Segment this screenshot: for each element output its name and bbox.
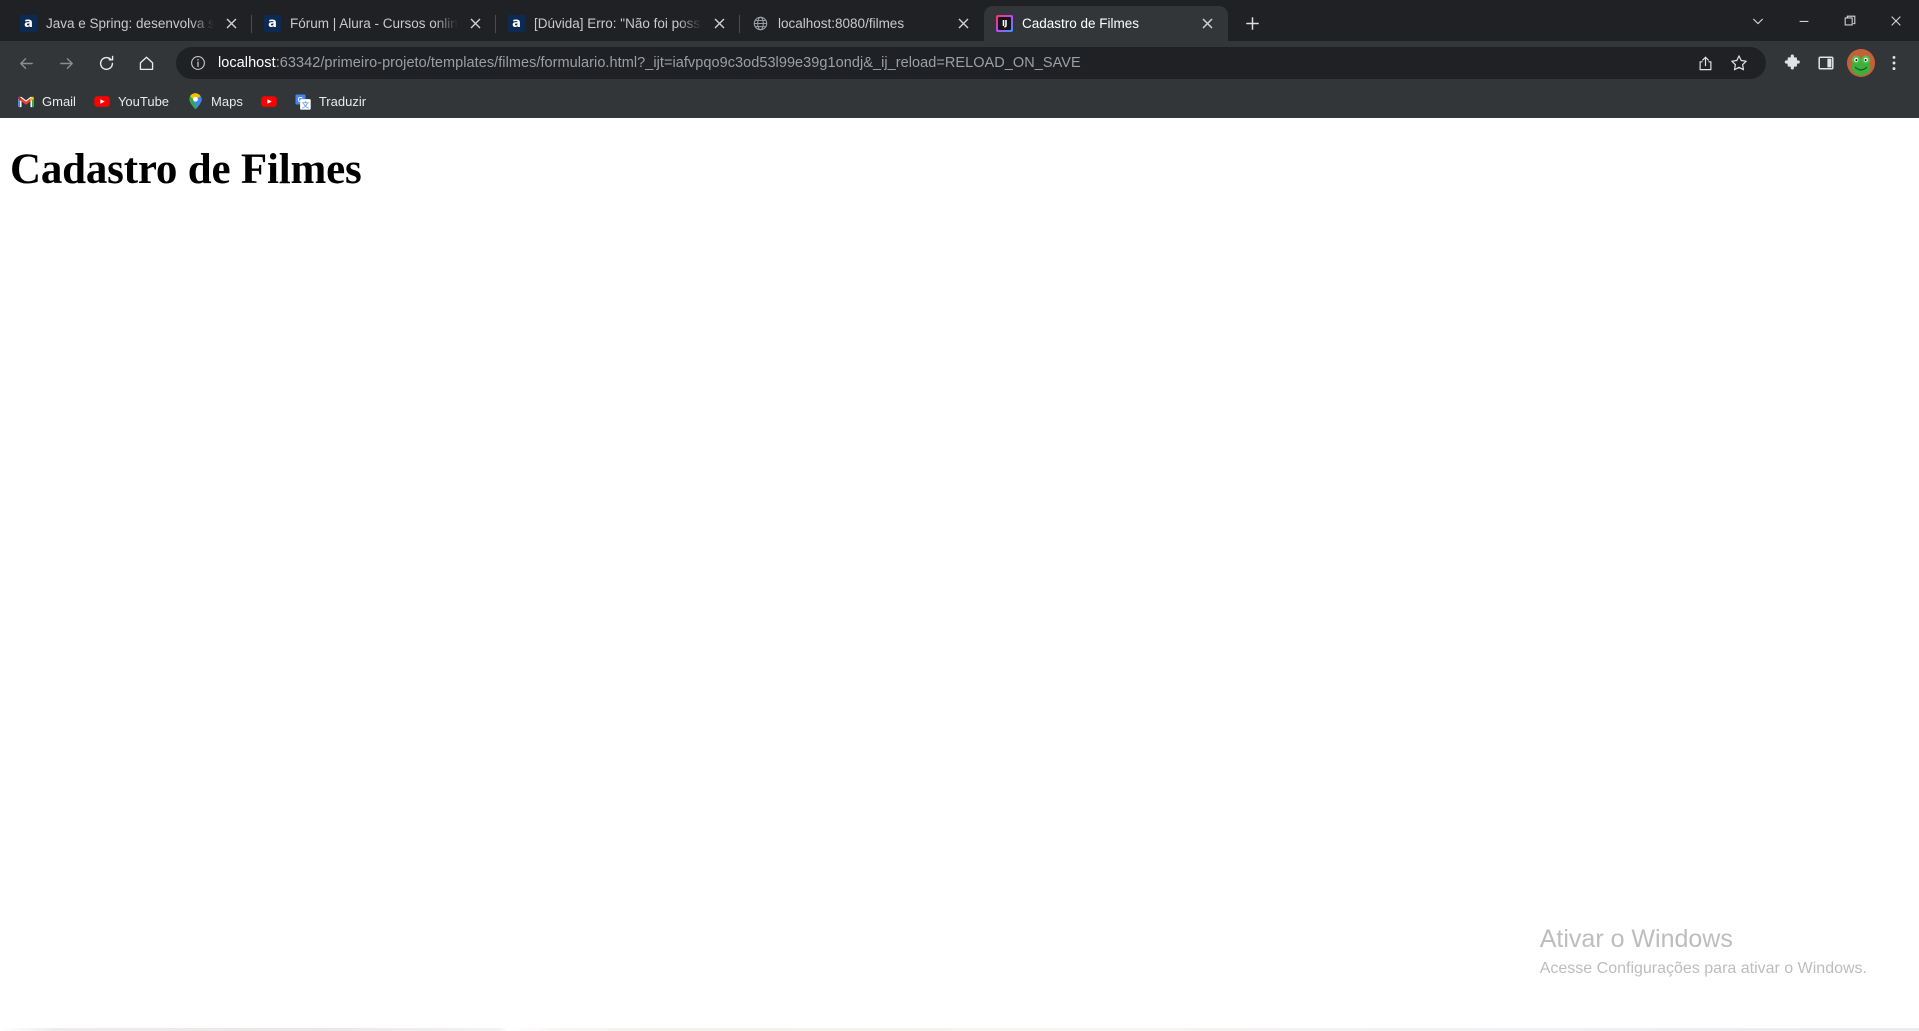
youtube-icon — [94, 94, 110, 110]
youtube-icon — [261, 94, 277, 110]
minimize-button[interactable] — [1781, 0, 1827, 41]
omnibox-actions — [1686, 48, 1754, 78]
tab-title: localhost:8080/filmes — [778, 16, 905, 31]
close-icon[interactable] — [708, 13, 730, 35]
bookmark-label: YouTube — [117, 94, 170, 109]
bookmark-label: Maps — [211, 94, 243, 109]
close-icon[interactable] — [1196, 13, 1218, 35]
svg-text:文: 文 — [301, 99, 309, 109]
close-icon[interactable] — [952, 13, 974, 35]
close-button[interactable] — [1873, 0, 1919, 41]
maps-icon — [187, 93, 203, 110]
url-host: localhost — [218, 55, 276, 71]
tab-title: [Dúvida] Erro: "Não foi possível e — [534, 16, 702, 31]
page-viewport: Cadastro de Filmes Ativar o Windows Aces… — [0, 118, 1919, 1031]
browser-toolbar: localhost:63342/primeiro-projeto/templat… — [0, 41, 1919, 85]
tab-search-button[interactable] — [1735, 0, 1781, 41]
intellij-icon: IJ — [996, 15, 1013, 32]
chrome-menu-icon[interactable] — [1879, 48, 1909, 78]
bookmark-gmail[interactable]: Gmail — [10, 89, 84, 115]
bookmark-youtube-2[interactable] — [253, 89, 285, 115]
globe-icon — [752, 15, 769, 32]
window-controls — [1735, 0, 1919, 41]
tab-title: Java e Spring: desenvolva sua pri — [46, 16, 214, 31]
browser-window: a Java e Spring: desenvolva sua pri a Fó… — [0, 0, 1919, 1031]
translate-icon: G 文 — [295, 94, 311, 110]
page-title: Cadastro de Filmes — [10, 146, 362, 193]
windows-activation-watermark: Ativar o Windows Acesse Configurações pa… — [1540, 925, 1867, 978]
back-button[interactable] — [9, 46, 43, 80]
watermark-title: Ativar o Windows — [1539, 925, 1733, 954]
alura-icon: a — [508, 15, 525, 32]
reload-button[interactable] — [89, 46, 123, 80]
address-bar[interactable]: localhost:63342/primeiro-projeto/templat… — [176, 47, 1766, 79]
gmail-icon — [18, 94, 34, 110]
close-icon[interactable] — [220, 13, 242, 35]
bookmark-traduzir[interactable]: G 文 Traduzir — [287, 89, 374, 115]
alura-icon: a — [264, 15, 281, 32]
extensions-puzzle-icon[interactable] — [1777, 48, 1807, 78]
new-tab-button[interactable] — [1237, 8, 1267, 38]
bookmark-label: Traduzir — [318, 94, 367, 109]
tab-title: Fórum | Alura - Cursos online de — [290, 16, 458, 31]
url-path: :63342/primeiro-projeto/templates/filmes… — [275, 55, 1081, 71]
browser-tab-2[interactable]: a Fórum | Alura - Cursos online de — [252, 6, 496, 41]
browser-tab-4[interactable]: localhost:8080/filmes — [740, 6, 984, 41]
bookmark-maps[interactable]: Maps — [179, 89, 251, 115]
bookmarks-bar: Gmail YouTube Maps 文 Traduzir — [0, 85, 1919, 118]
share-icon[interactable] — [1690, 48, 1720, 78]
avatar[interactable] — [1847, 49, 1875, 77]
home-button[interactable] — [129, 46, 163, 80]
browser-tab-1[interactable]: a Java e Spring: desenvolva sua pri — [8, 6, 252, 41]
bookmark-label: Gmail — [42, 94, 76, 109]
browser-tab-5-active[interactable]: IJ Cadastro de Filmes — [984, 6, 1228, 41]
browser-tab-3[interactable]: a [Dúvida] Erro: "Não foi possível e — [496, 6, 740, 41]
alura-icon: a — [20, 15, 37, 32]
page-content: Cadastro de Filmes — [0, 145, 1919, 194]
close-icon[interactable] — [464, 13, 486, 35]
side-panel-icon[interactable] — [1811, 48, 1841, 78]
maximize-button[interactable] — [1827, 0, 1873, 41]
bookmark-youtube[interactable]: YouTube — [86, 89, 177, 115]
site-info-icon[interactable] — [189, 54, 207, 72]
forward-button[interactable] — [49, 46, 83, 80]
url-text[interactable]: localhost:63342/primeiro-projeto/templat… — [218, 55, 1686, 71]
tab-strip: a Java e Spring: desenvolva sua pri a Fó… — [0, 0, 1919, 41]
bookmark-star-icon[interactable] — [1724, 48, 1754, 78]
tab-title: Cadastro de Filmes — [1022, 16, 1140, 31]
watermark-subtitle: Acesse Configurações para ativar o Windo… — [1539, 960, 1867, 977]
